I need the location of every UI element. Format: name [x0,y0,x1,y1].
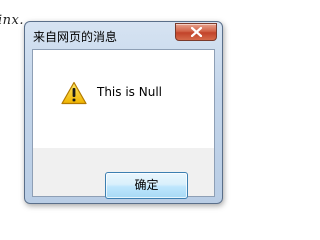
alert-dialog: 来自网页的消息 This is Null 确定 [24,21,223,204]
ok-button[interactable]: 确定 [105,172,188,199]
dialog-message: This is Null [97,85,162,99]
close-icon [191,27,202,37]
close-button[interactable] [175,23,217,41]
dialog-titlebar[interactable]: 来自网页的消息 [25,22,222,48]
dialog-body: This is Null 确定 [32,49,215,199]
warning-icon [61,81,87,105]
dialog-title: 来自网页的消息 [33,30,118,44]
background-page-text: inx. [0,13,24,28]
message-area: This is Null [33,50,214,148]
